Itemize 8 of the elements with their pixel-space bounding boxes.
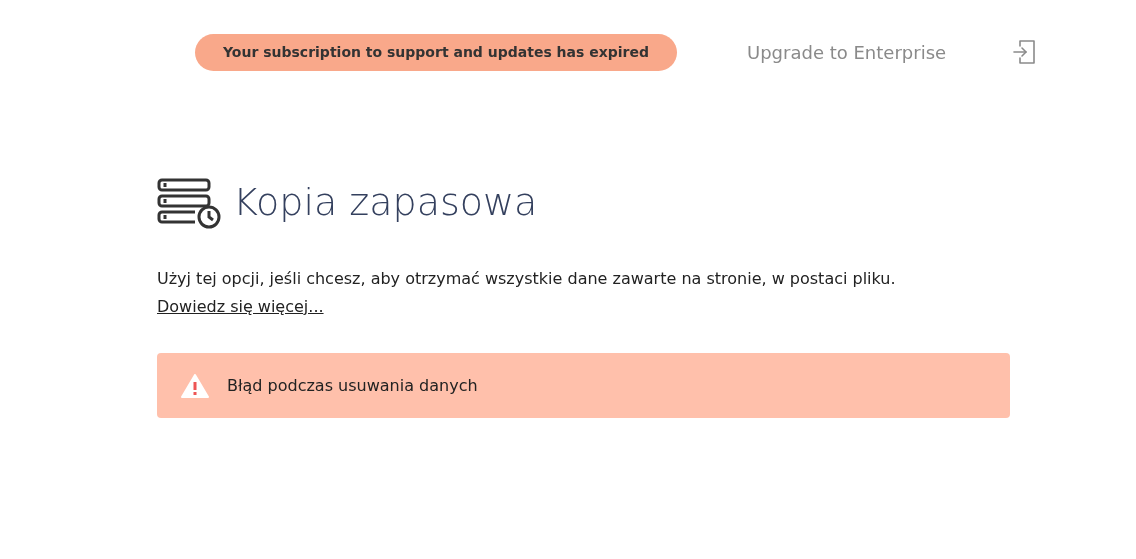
warning-icon <box>181 373 209 398</box>
subscription-badge: Your subscription to support and updates has expired <box>195 33 677 71</box>
description-text: Użyj tej opcji, jeśli chcesz, aby otrzymać wszystkie dane zawarte na stronie, w postaci pliku. Dowiedz się więcej... <box>157 268 897 318</box>
logout-icon[interactable] <box>1012 38 1037 66</box>
alert-message: Błąd podczas usuwania danych <box>227 374 478 397</box>
page-title: Kopia zapasowa <box>233 179 538 226</box>
backup-server-icon <box>157 176 223 229</box>
learn-more-link[interactable]: Dowiedz się więcej... <box>157 297 324 316</box>
